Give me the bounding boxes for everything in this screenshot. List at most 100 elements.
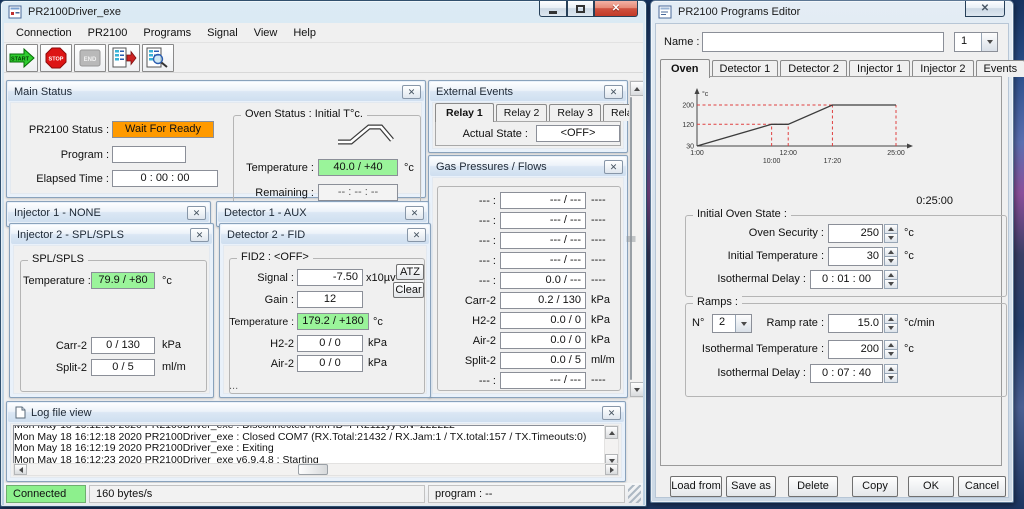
svg-text:25:00: 25:00 (887, 150, 905, 157)
menu-item-programs[interactable]: Programs (135, 23, 199, 42)
main-status-close-icon[interactable]: ✕ (402, 84, 421, 99)
ramp-isothermal-delay-field[interactable]: 0 : 07 : 40 (810, 364, 898, 383)
atz-button[interactable]: ATZ (396, 264, 424, 280)
injector2-carr-value: 0 / 130 (91, 337, 155, 354)
menu-item-pr2100[interactable]: PR2100 (80, 23, 136, 42)
panel-log-view: Log file view ✕ Mon May 18 16:12:16 2020… (6, 401, 626, 482)
ramp-number-label: N° (692, 317, 705, 329)
spin-down-button[interactable] (884, 373, 898, 383)
copy-button[interactable]: Copy (852, 476, 898, 497)
menu-item-view[interactable]: View (246, 23, 286, 42)
spin-down-button[interactable] (884, 323, 898, 333)
tab-detector-1[interactable]: Detector 1 (711, 60, 779, 77)
menu-item-signal[interactable]: Signal (199, 23, 246, 42)
oven-security-value[interactable]: 250 (828, 224, 883, 243)
tab-oven[interactable]: Oven (660, 59, 710, 78)
clear-button[interactable]: Clear (393, 282, 424, 298)
log-vertical-scrollbar[interactable] (604, 425, 619, 468)
h2-label: H2-2 (270, 338, 294, 350)
start-button[interactable]: START (6, 44, 38, 72)
initial-isothermal-delay-value[interactable]: 0 : 01 : 00 (810, 270, 883, 289)
spin-down-button[interactable] (884, 256, 898, 266)
elapsed-time-label: Elapsed Time : (36, 173, 109, 185)
cancel-button[interactable]: Cancel (958, 476, 1006, 497)
injector1-titlebar[interactable]: Injector 1 - NONE ✕ (8, 203, 209, 222)
tab-detector-2[interactable]: Detector 2 (780, 60, 848, 77)
log-horizontal-scrollbar[interactable] (13, 463, 619, 476)
injector1-close-icon[interactable]: ✕ (187, 205, 206, 220)
gas-row-label: --- : (478, 275, 496, 287)
tab-relay-1[interactable]: Relay 1 (435, 103, 494, 122)
injector2-titlebar[interactable]: Injector 2 - SPL/SPLS ✕ (11, 225, 212, 244)
injector2-close-icon[interactable]: ✕ (190, 227, 209, 242)
editor-titlebar[interactable]: PR2100 Programs Editor ✕ (651, 1, 1013, 23)
log-horizontal-thumb[interactable] (297, 464, 328, 475)
tab-relay-2[interactable]: Relay 2 (495, 104, 548, 121)
gas-row-value: 0.0 / --- (500, 272, 586, 289)
gas-row-label: --- : (478, 215, 496, 227)
editor-close-button[interactable]: ✕ (965, 1, 1005, 17)
view-log-button[interactable] (142, 44, 174, 72)
menu-item-help[interactable]: Help (285, 23, 324, 42)
initial-temperature-field[interactable]: 30 (828, 247, 898, 266)
external-events-titlebar[interactable]: External Events ✕ (430, 82, 626, 101)
chevron-down-icon (986, 40, 993, 44)
load-from-button[interactable]: Load from (670, 476, 722, 497)
initial-oven-state-group: Initial Oven State : Oven Security : 250… (685, 208, 1007, 297)
external-events-close-icon[interactable]: ✕ (604, 84, 623, 99)
log-view-close-icon[interactable]: ✕ (602, 405, 621, 420)
name-input[interactable] (702, 32, 944, 52)
gas-pressures-close-icon[interactable]: ✕ (604, 159, 623, 174)
detector1-close-icon[interactable]: ✕ (405, 205, 424, 220)
client-vertical-scrollbar[interactable] (626, 80, 643, 398)
gas-row-label: Air-2 (472, 335, 496, 347)
tab-relay-3[interactable]: Relay 3 (549, 104, 601, 121)
log-text-area[interactable]: Mon May 18 16:12:16 2020 PR2100Driver_ex… (13, 425, 605, 468)
isothermal-temperature-value[interactable]: 200 (828, 340, 883, 359)
tab-injector-2[interactable]: Injector 2 (912, 60, 974, 77)
oven-security-field[interactable]: 250 (828, 224, 898, 243)
main-status-titlebar[interactable]: Main Status ✕ (8, 82, 424, 101)
ramp-rate-value[interactable]: 15.0 (828, 314, 883, 333)
driver-titlebar[interactable]: PR2100Driver_exe ✕ (1, 1, 646, 23)
log-scroll-up-button[interactable] (605, 426, 618, 439)
detector2-body: FID2 : <OFF> Signal : -7.50 x10µv ATZ Cl… (223, 245, 427, 394)
ramp-rate-field[interactable]: 15.0 (828, 314, 898, 333)
log-scroll-right-button[interactable] (605, 464, 618, 475)
gas-row-unit: ---- (591, 274, 606, 286)
initial-temperature-value[interactable]: 30 (828, 247, 883, 266)
spin-down-button[interactable] (884, 279, 898, 289)
dropdown-button[interactable] (981, 33, 997, 51)
ok-button[interactable]: OK (908, 476, 954, 497)
gas-pressures-titlebar[interactable]: Gas Pressures / Flows ✕ (430, 157, 626, 176)
signal-label: Signal : (257, 272, 294, 284)
maximize-button[interactable] (567, 1, 594, 17)
initial-isothermal-delay-field[interactable]: 0 : 01 : 00 (810, 270, 898, 289)
close-button[interactable]: ✕ (594, 1, 638, 17)
spin-down-button[interactable] (884, 349, 898, 359)
tab-events[interactable]: Events (975, 60, 1024, 77)
ramp-isothermal-delay-value[interactable]: 0 : 07 : 40 (810, 364, 883, 383)
log-scroll-left-button[interactable] (14, 464, 27, 475)
save-as-button[interactable]: Save as (726, 476, 776, 497)
detector2-close-icon[interactable]: ✕ (407, 227, 426, 242)
export-log-button[interactable] (108, 44, 140, 72)
scroll-thumb[interactable] (626, 97, 636, 380)
scroll-down-button[interactable] (630, 382, 643, 397)
scroll-up-button[interactable] (630, 81, 643, 96)
program-number-select[interactable]: 1 (954, 32, 998, 52)
end-button[interactable]: END (74, 44, 106, 72)
svg-text:START: START (11, 57, 30, 63)
spin-down-button[interactable] (884, 233, 898, 243)
detector2-titlebar[interactable]: Detector 2 - FID ✕ (221, 225, 429, 244)
delete-button[interactable]: Delete (788, 476, 838, 497)
resize-grip[interactable] (628, 485, 641, 503)
minimize-button[interactable] (539, 1, 567, 17)
isothermal-temperature-field[interactable]: 200 (828, 340, 898, 359)
detector1-titlebar[interactable]: Detector 1 - AUX ✕ (218, 203, 427, 222)
log-view-titlebar[interactable]: Log file view ✕ (8, 403, 624, 422)
menu-item-connection[interactable]: Connection (8, 23, 80, 42)
gas-row-value: --- / --- (500, 212, 586, 229)
tab-injector-1[interactable]: Injector 1 (849, 60, 911, 77)
stop-button[interactable]: STOP (40, 44, 72, 72)
